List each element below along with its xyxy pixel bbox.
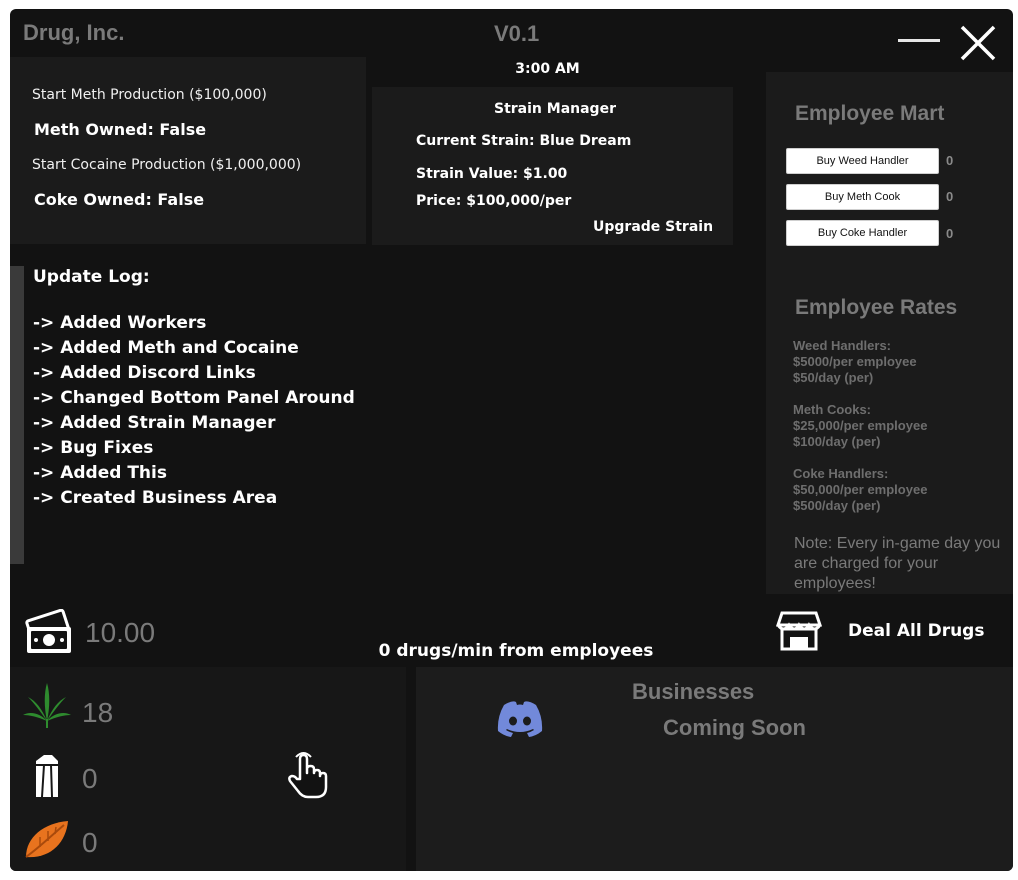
coke-handler-rate: Coke Handlers: $50,000/per employee $500… <box>793 466 927 514</box>
weed-count: 18 <box>82 697 114 728</box>
meth-owned-status: Meth Owned: False <box>34 120 207 139</box>
log-entry: -> Added Meth and Cocaine <box>33 338 299 358</box>
log-entry: -> Added Discord Links <box>33 363 256 383</box>
coke-owned-status: Coke Owned: False <box>34 190 205 209</box>
buy-meth-cook-button[interactable]: Buy Meth Cook <box>786 184 939 210</box>
buy-weed-handler-button[interactable]: Buy Weed Handler <box>786 148 939 174</box>
rate-daily: $100/day (per) <box>793 434 881 449</box>
rate-cost: $50,000/per employee <box>793 482 928 497</box>
shop-icon[interactable] <box>776 609 822 653</box>
upgrade-strain-button[interactable]: Upgrade Strain <box>593 219 713 235</box>
drugs-per-minute: 0 drugs/min from employees <box>378 641 654 661</box>
employee-charge-note: Note: Every in-game day you are charged … <box>794 535 1001 592</box>
inventory-panel: 18 0 0 <box>10 667 406 871</box>
rate-title: Weed Handlers: <box>793 338 892 353</box>
update-log-heading: Update Log: <box>33 267 150 287</box>
minimize-icon[interactable] <box>898 39 940 42</box>
orange-leaf-icon <box>25 821 68 858</box>
rate-title: Coke Handlers: <box>793 466 889 481</box>
rate-cost: $25,000/per employee <box>793 418 928 433</box>
businesses-title: Businesses <box>632 679 755 704</box>
log-entry: -> Changed Bottom Panel Around <box>33 388 355 408</box>
strain-manager-panel: Strain Manager Current Strain: Blue Drea… <box>372 87 733 245</box>
coke-count: 0 <box>82 827 98 858</box>
employee-mart-heading: Employee Mart <box>795 102 945 125</box>
meth-cook-count: 0 <box>946 189 954 204</box>
crystal-icon <box>36 755 58 798</box>
log-entry: -> Added This <box>33 463 167 483</box>
log-entry: -> Created Business Area <box>33 488 278 508</box>
version-label: V0.1 <box>494 21 540 46</box>
meth-count: 0 <box>82 763 98 794</box>
start-cocaine-production-link[interactable]: Start Cocaine Production ($1,000,000) <box>32 157 301 173</box>
weed-handler-count: 0 <box>946 153 954 168</box>
employee-rates-heading: Employee Rates <box>795 296 958 319</box>
strain-value: Strain Value: $1.00 <box>416 166 568 182</box>
rate-daily: $500/day (per) <box>793 498 881 513</box>
discord-icon[interactable] <box>496 699 544 739</box>
coke-handler-count: 0 <box>946 226 954 241</box>
weed-handler-rate: Weed Handlers: $5000/per employee $50/da… <box>793 338 917 386</box>
employee-mart-panel: Employee Mart Buy Weed Handler 0 Buy Met… <box>766 72 1013 594</box>
production-panel: Start Meth Production ($100,000) Meth Ow… <box>10 57 366 244</box>
weed-leaf-icon <box>23 683 71 728</box>
game-window: Drug, Inc. V0.1 3:00 AM Start Meth Produ… <box>10 9 1013 871</box>
start-meth-production-link[interactable]: Start Meth Production ($100,000) <box>32 87 267 103</box>
buy-coke-handler-button[interactable]: Buy Coke Handler <box>786 220 939 246</box>
rate-daily: $50/day (per) <box>793 370 874 385</box>
current-strain: Current Strain: Blue Dream <box>416 133 632 149</box>
strain-price: Price: $100,000/per <box>416 193 572 209</box>
deal-all-drugs-button[interactable]: Deal All Drugs <box>848 621 984 641</box>
strain-manager-heading: Strain Manager <box>494 101 616 117</box>
businesses-coming-soon: Coming Soon <box>663 715 806 740</box>
log-entry: -> Bug Fixes <box>33 438 154 458</box>
log-entry: -> Added Strain Manager <box>33 413 276 433</box>
app-title: Drug, Inc. <box>23 20 125 45</box>
close-icon[interactable] <box>958 23 998 63</box>
hand-pointer-icon[interactable] <box>286 751 330 801</box>
update-log: Update Log: -> Added Workers -> Added Me… <box>33 267 355 511</box>
log-entry: -> Added Workers <box>33 313 207 333</box>
meth-cook-rate: Meth Cooks: $25,000/per employee $100/da… <box>793 402 927 450</box>
rate-cost: $5000/per employee <box>793 354 917 369</box>
log-scrollbar[interactable] <box>10 266 24 564</box>
rate-title: Meth Cooks: <box>793 402 871 417</box>
